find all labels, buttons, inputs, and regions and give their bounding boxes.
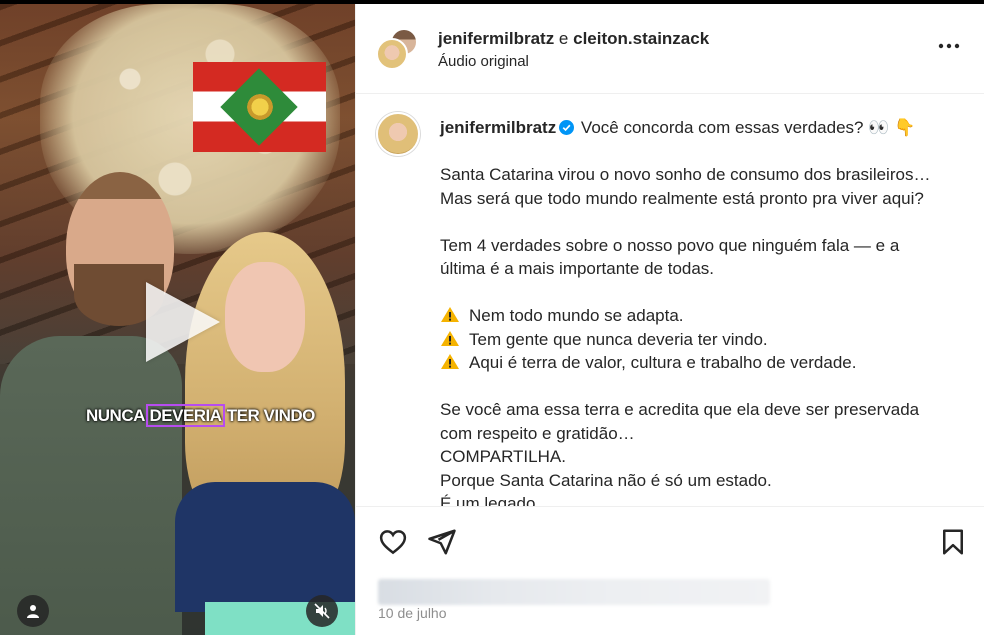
verified-badge-icon <box>559 120 575 135</box>
play-icon[interactable] <box>146 282 220 362</box>
collab-avatars[interactable] <box>376 28 420 72</box>
avatar <box>376 38 408 70</box>
username-link[interactable]: jenifermilbratz <box>438 29 554 48</box>
share-button[interactable] <box>427 527 457 557</box>
reel-video[interactable]: NUNCA DEVERIA TER VINDO <box>0 4 355 635</box>
caption-area: jenifermilbratz Você concorda com essas … <box>356 96 984 506</box>
mute-button[interactable] <box>306 595 338 627</box>
post-header: jenifermilbratz e cleiton.stainzack Áudi… <box>356 4 984 94</box>
santa-catarina-flag <box>193 62 326 152</box>
bookmark-icon <box>943 529 963 555</box>
username-link[interactable]: jenifermilbratz <box>440 118 556 137</box>
caption-text: jenifermilbratz Você concorda com essas … <box>440 116 960 506</box>
heart-icon <box>379 530 407 555</box>
warning-icon <box>441 307 459 322</box>
video-caption-overlay: NUNCA DEVERIA TER VINDO <box>86 404 315 427</box>
user-icon <box>27 605 39 618</box>
list-item: Aqui é terra de valor, cultura e trabalh… <box>440 351 960 375</box>
warning-icon <box>441 330 459 346</box>
more-options-icon <box>938 43 960 49</box>
mute-icon <box>314 603 330 619</box>
like-button[interactable] <box>378 527 408 557</box>
collab-usernames: jenifermilbratz e cleiton.stainzack <box>438 29 710 48</box>
post-details-panel: jenifermilbratz e cleiton.stainzack Áudi… <box>355 4 984 635</box>
instagram-post-modal: NUNCA DEVERIA TER VINDO jenifermilbratz … <box>0 0 984 635</box>
post-actions: 10 de julho <box>356 506 984 635</box>
audio-label[interactable]: Áudio original <box>438 53 529 70</box>
caption-highlight: DEVERIA <box>146 404 225 427</box>
more-options-button[interactable] <box>934 34 964 58</box>
post-date[interactable]: 10 de julho <box>378 605 447 621</box>
avatar[interactable] <box>376 112 420 156</box>
man-figure <box>0 164 185 635</box>
username-link[interactable]: cleiton.stainzack <box>573 29 709 48</box>
list-item: Tem gente que nunca deveria ter vindo. <box>440 328 960 352</box>
save-button[interactable] <box>938 527 968 557</box>
warning-icon <box>441 354 459 369</box>
likes-count-blurred <box>378 579 770 605</box>
tagged-users-button[interactable] <box>17 595 49 627</box>
share-icon <box>428 529 456 555</box>
list-item: Nem todo mundo se adapta. <box>440 304 960 328</box>
